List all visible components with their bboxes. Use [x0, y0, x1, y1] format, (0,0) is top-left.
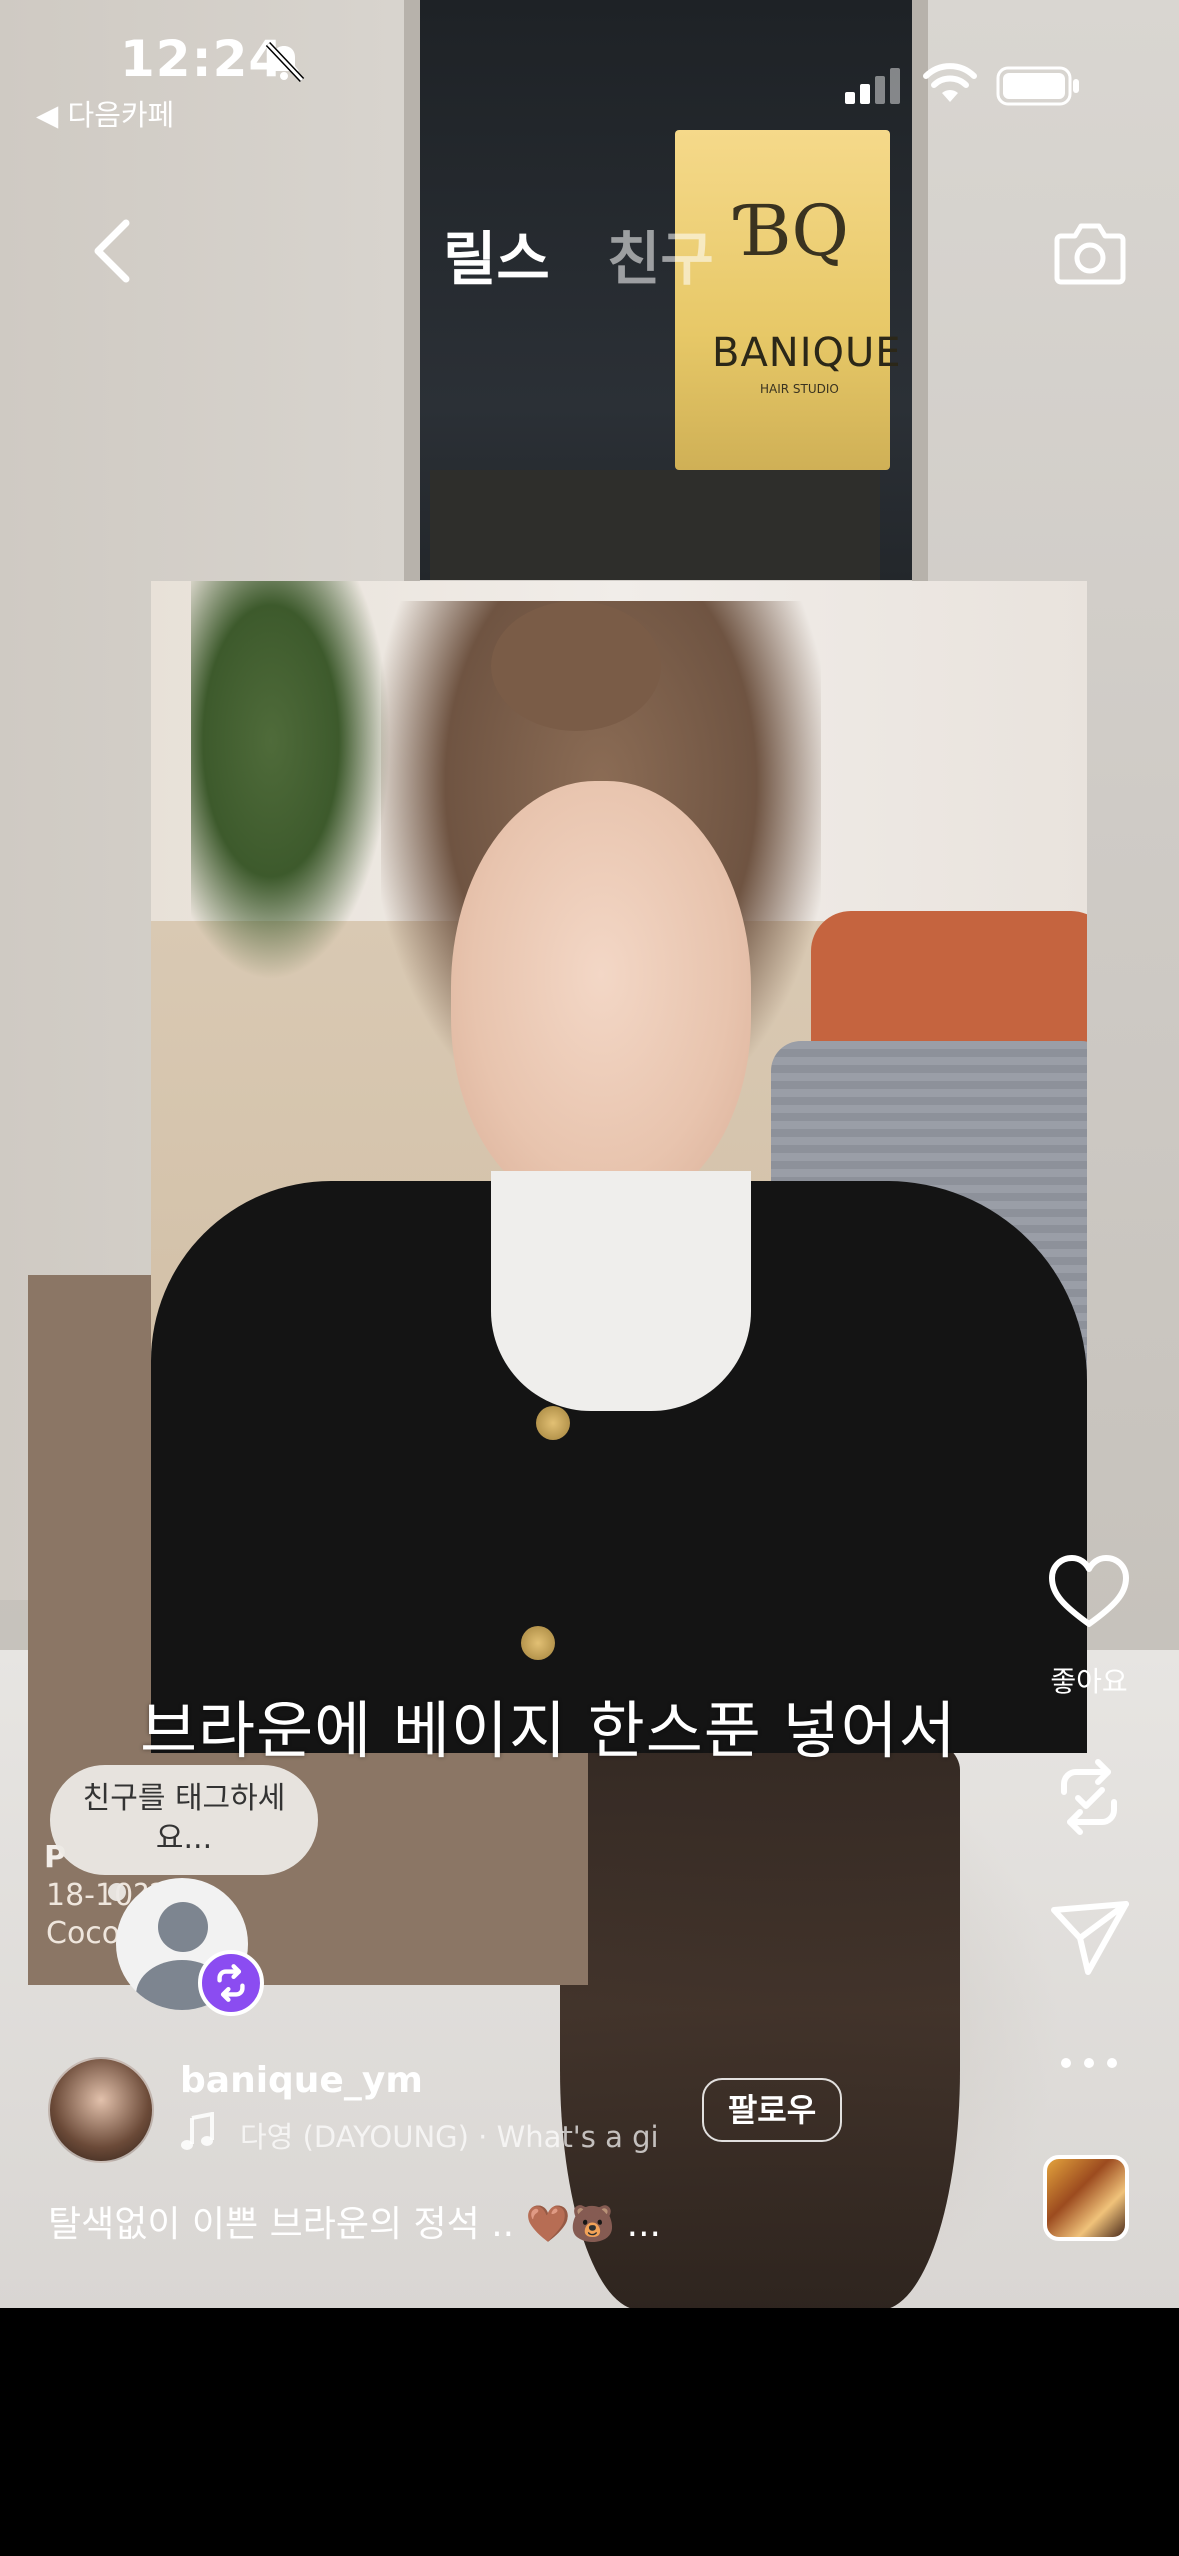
swatch-line: Coco	[46, 1916, 121, 1951]
salon-sign-sub: HAIR STUDIO	[760, 382, 839, 396]
hair-bun	[491, 601, 661, 731]
bell-slash-icon	[265, 41, 305, 83]
avatar-head	[158, 1902, 208, 1952]
jacket-button	[521, 1626, 555, 1660]
audio-thumbnail[interactable]	[1043, 2155, 1129, 2241]
video-subtitle: 브라운에 베이지 한스푼 넣어서	[140, 1694, 957, 1767]
signal-icon	[845, 68, 900, 104]
more-icon[interactable]	[1044, 2018, 1134, 2108]
door-frame	[404, 0, 420, 600]
like-label: 좋아요	[1050, 1665, 1128, 1698]
wifi-icon	[923, 63, 977, 102]
remix-icon[interactable]	[1044, 1752, 1134, 1842]
plant	[191, 581, 391, 981]
jacket-button	[536, 1406, 570, 1440]
salon-sign-brand: BANIQUE	[712, 330, 902, 376]
camera-icon[interactable]	[1053, 216, 1127, 286]
music-icon	[181, 2112, 214, 2150]
salon-logo: ƁQ	[740, 190, 849, 272]
battery-icon	[996, 66, 1079, 106]
bubble-tail	[108, 1883, 126, 1901]
tab-friends[interactable]: 친구	[607, 212, 714, 296]
username[interactable]: banique_ym	[180, 2060, 423, 2101]
face	[451, 781, 751, 1211]
heart-icon[interactable]	[1044, 1548, 1134, 1638]
status-time: 12:24	[120, 30, 285, 88]
send-icon[interactable]	[1044, 1892, 1134, 1982]
reference-photo	[151, 581, 1087, 1753]
back-to-app[interactable]: ◀ 다음카페	[36, 92, 174, 134]
avatar[interactable]	[48, 2057, 154, 2163]
follow-button[interactable]: 팔로우	[702, 2078, 842, 2142]
shirt	[491, 1171, 751, 1411]
back-icon[interactable]	[86, 215, 142, 287]
salon-sign	[675, 130, 890, 470]
post-caption[interactable]: 탈색없이 이쁜 브라운의 정석 .. 🤎🐻 ...	[48, 2195, 661, 2247]
audio-track[interactable]: 다영 (DAYOUNG) · What's a gi	[240, 2114, 660, 2156]
tag-friends-bubble[interactable]: 친구를 태그하세요...	[50, 1765, 318, 1875]
tab-reels[interactable]: 릴스	[443, 212, 550, 296]
remix-badge-icon	[198, 1950, 264, 2016]
counter	[430, 470, 880, 580]
